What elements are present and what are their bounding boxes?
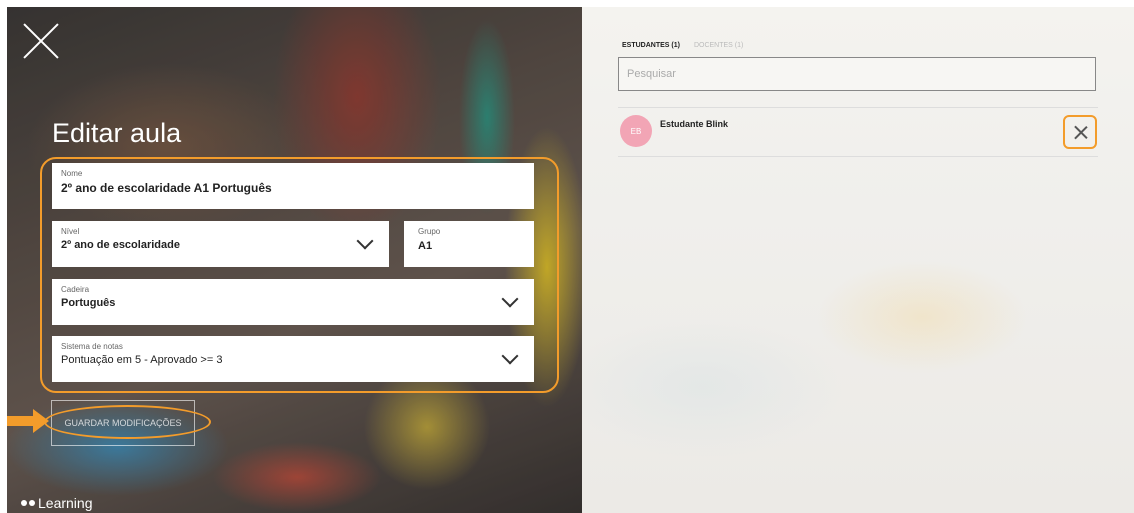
avatar: EB — [620, 115, 652, 147]
search-input[interactable]: Pesquisar — [618, 57, 1096, 91]
group-field-value: A1 — [418, 240, 433, 252]
close-icon[interactable] — [21, 21, 61, 61]
grading-system-value: Pontuação em 5 - Aprovado >= 3 — [61, 354, 223, 366]
remove-student-button[interactable] — [1063, 115, 1097, 149]
subject-select-value: Português — [61, 297, 116, 309]
logo-dots-icon — [21, 500, 35, 506]
chevron-down-icon — [501, 290, 519, 308]
chevron-down-icon — [356, 232, 374, 250]
tab-students[interactable]: ESTUDANTES (1) — [622, 42, 680, 49]
members-panel: ESTUDANTES (1) DOCENTES (1) Pesquisar EB… — [582, 7, 1134, 513]
pointer-arrow-icon — [7, 409, 49, 433]
level-select[interactable]: Nível 2º ano de escolaridade — [52, 221, 389, 267]
subject-select[interactable]: Cadeira Português — [52, 279, 534, 325]
subject-select-label: Cadeira — [61, 285, 90, 294]
member-tabs: ESTUDANTES (1) DOCENTES (1) — [622, 42, 743, 49]
edit-class-panel: Editar aula Nome 2º ano de escolaridade … — [7, 7, 582, 513]
group-field[interactable]: Grupo A1 — [404, 221, 534, 267]
name-field-value: 2º ano de escolaridade A1 Português — [61, 181, 272, 195]
divider — [618, 107, 1098, 108]
chevron-down-icon — [501, 347, 519, 365]
name-field-label: Nome — [61, 169, 83, 178]
page-title: Editar aula — [52, 118, 182, 148]
level-select-value: 2º ano de escolaridade — [61, 239, 180, 251]
grading-system-select[interactable]: Sistema de notas Pontuação em 5 - Aprova… — [52, 336, 534, 382]
logo-text: Learning — [38, 495, 93, 511]
learning-logo: Learning — [21, 495, 93, 511]
name-field[interactable]: Nome 2º ano de escolaridade A1 Português — [52, 163, 534, 209]
save-changes-button[interactable]: GUARDAR MODIFICAÇÕES — [51, 400, 195, 446]
tab-teachers[interactable]: DOCENTES (1) — [694, 42, 743, 49]
level-select-label: Nível — [61, 227, 80, 236]
divider — [618, 156, 1098, 157]
grading-system-label: Sistema de notas — [61, 342, 123, 351]
group-field-label: Grupo — [418, 227, 441, 236]
student-name: Estudante Blink — [660, 119, 729, 129]
